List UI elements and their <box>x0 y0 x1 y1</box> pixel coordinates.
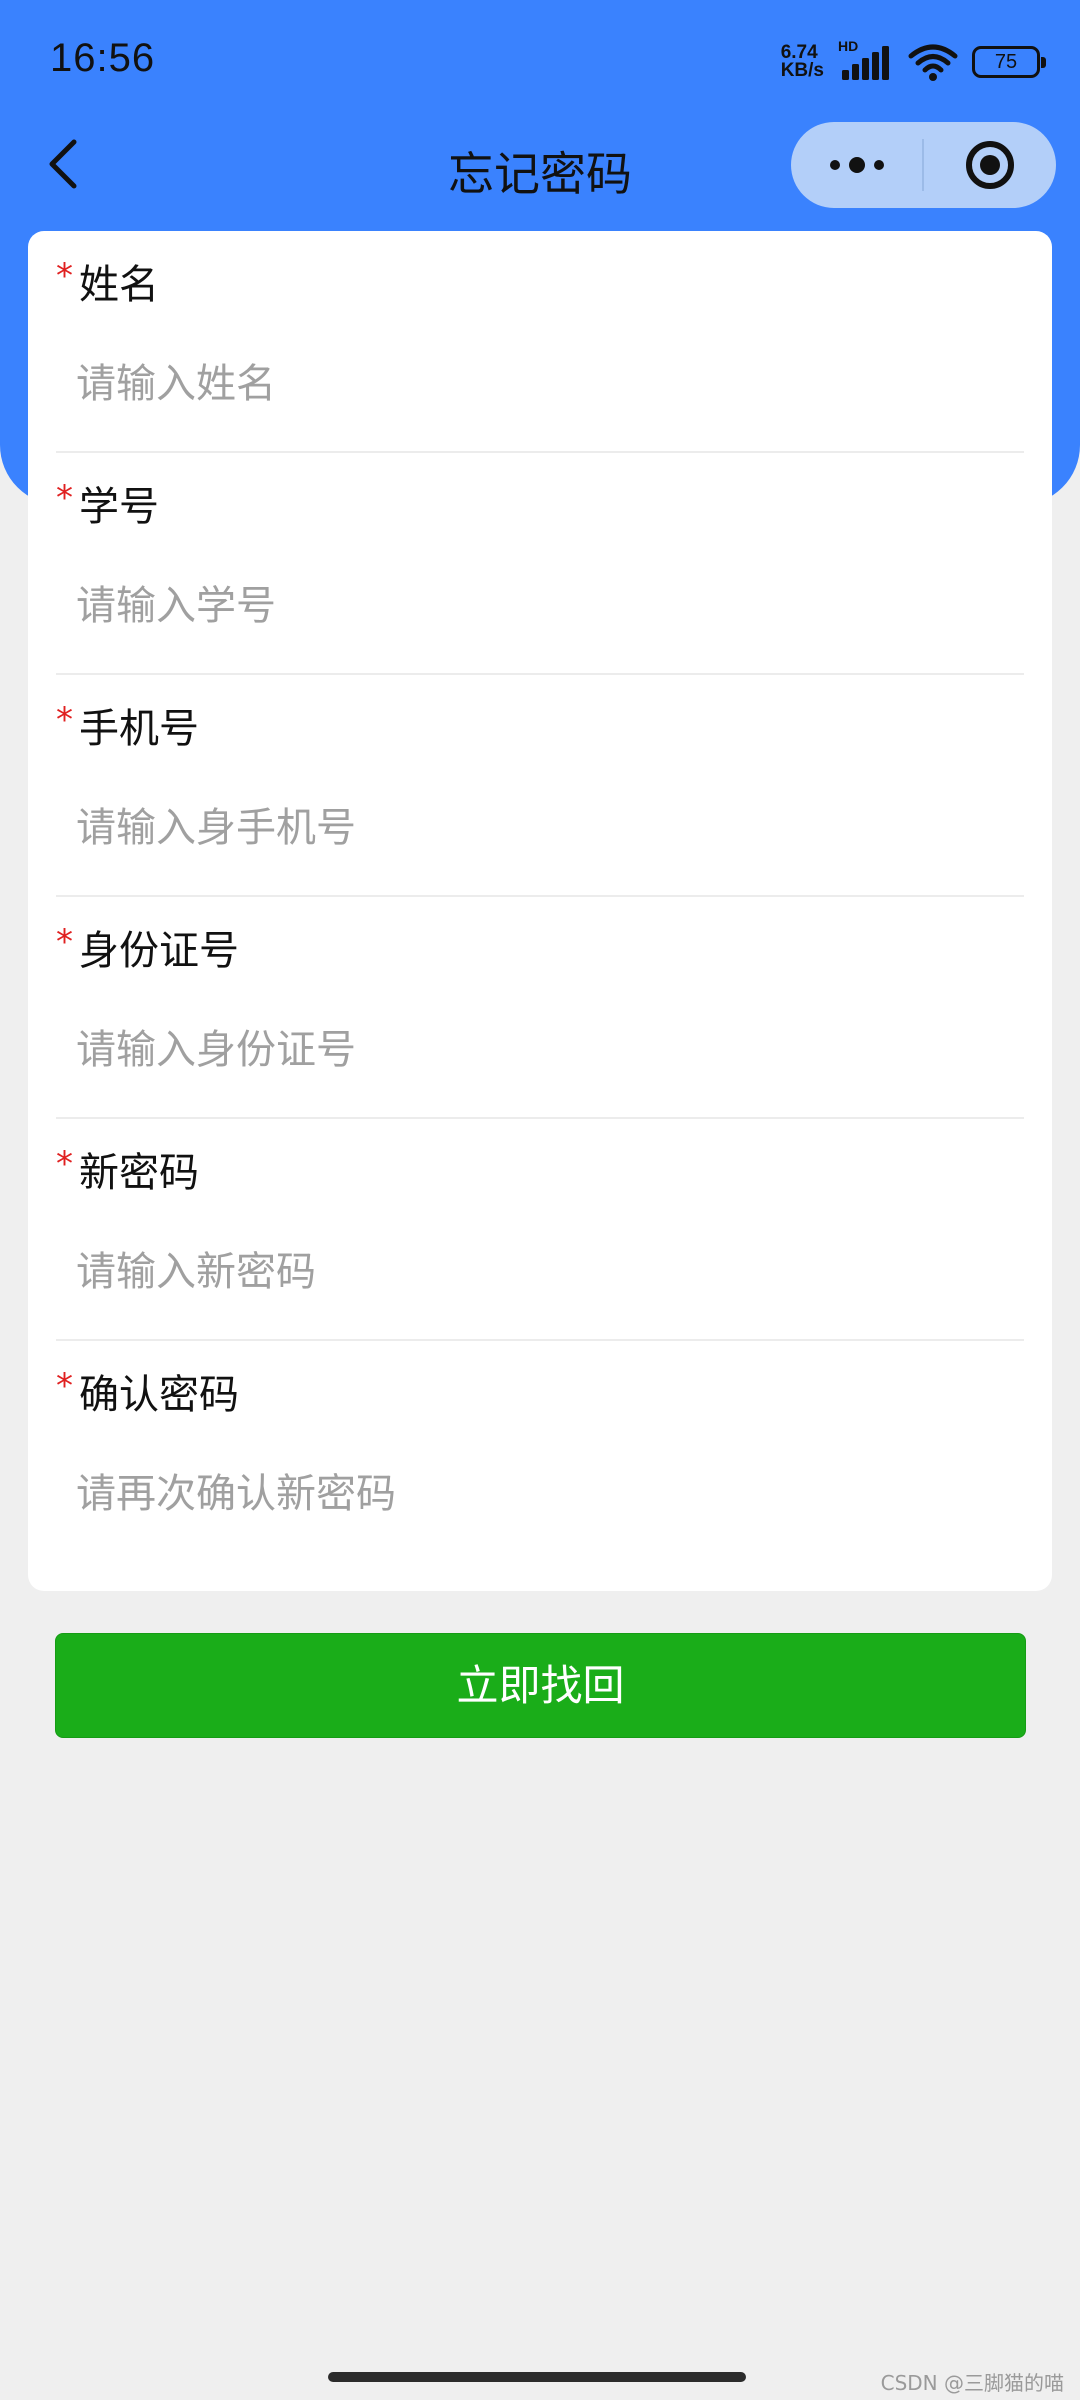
required-mark: * <box>56 1366 73 1406</box>
required-mark: * <box>56 478 73 518</box>
close-mini-program-button[interactable] <box>924 122 1056 208</box>
field-label-row: * 姓名 <box>56 256 159 309</box>
required-mark: * <box>56 256 73 296</box>
field-label: 新密码 <box>79 1150 199 1196</box>
form-card: * 姓名 * 学号 * 手机号 * 身份证号 <box>28 231 1052 1591</box>
more-button[interactable] <box>791 122 922 208</box>
field-label: 姓名 <box>79 262 159 308</box>
status-icons: 6.74 KB/s HD 75 <box>780 38 1046 86</box>
field-label: 身份证号 <box>79 928 239 974</box>
network-speed-unit: KB/s <box>780 60 824 81</box>
status-bar: 16:56 6.74 KB/s HD 75 <box>0 0 1080 120</box>
field-label: 学号 <box>79 484 159 530</box>
phone-input[interactable] <box>76 793 996 863</box>
watermark: CSDN @三脚猫的喵 <box>880 2371 1064 2395</box>
field-label-row: * 学号 <box>56 478 159 531</box>
field-label: 手机号 <box>79 706 199 752</box>
field-label-row: * 身份证号 <box>56 922 239 975</box>
battery-icon: 75 <box>972 46 1046 78</box>
wifi-icon <box>908 44 958 81</box>
target-circle-icon <box>966 141 1014 189</box>
network-speed: 6.74 KB/s <box>780 43 824 81</box>
new-password-input[interactable] <box>76 1237 996 1307</box>
field-label-row: * 新密码 <box>56 1144 199 1197</box>
required-mark: * <box>56 1144 73 1184</box>
battery-level: 75 <box>994 50 1018 73</box>
field-label-row: * 手机号 <box>56 700 199 753</box>
field-new-password: * 新密码 <box>56 1119 1024 1341</box>
mini-program-capsule <box>791 122 1056 208</box>
field-label: 确认密码 <box>79 1372 239 1418</box>
confirm-password-input[interactable] <box>76 1459 996 1529</box>
field-label-row: * 确认密码 <box>56 1366 239 1419</box>
student-id-input[interactable] <box>76 571 996 641</box>
hd-label: HD <box>838 38 859 54</box>
required-mark: * <box>56 922 73 962</box>
field-id-card: * 身份证号 <box>56 897 1024 1119</box>
required-mark: * <box>56 700 73 740</box>
name-input[interactable] <box>76 349 996 419</box>
field-phone: * 手机号 <box>56 675 1024 897</box>
home-indicator[interactable] <box>328 2372 746 2382</box>
field-student-id: * 学号 <box>56 453 1024 675</box>
nav-bar: 忘记密码 <box>0 120 1080 210</box>
status-time: 16:56 <box>50 36 156 80</box>
forgot-password-screen: 16:56 6.74 KB/s HD 75 忘记密码 * 姓名 请输入姓名 * … <box>0 0 1080 2400</box>
retrieve-now-button[interactable]: 立即找回 <box>55 1633 1026 1738</box>
field-confirm-password: * 确认密码 <box>56 1341 1024 1563</box>
id-card-input[interactable] <box>76 1015 996 1085</box>
field-name: * 姓名 <box>56 231 1024 453</box>
more-dots-icon <box>829 157 884 173</box>
signal-icon: HD <box>838 38 894 82</box>
